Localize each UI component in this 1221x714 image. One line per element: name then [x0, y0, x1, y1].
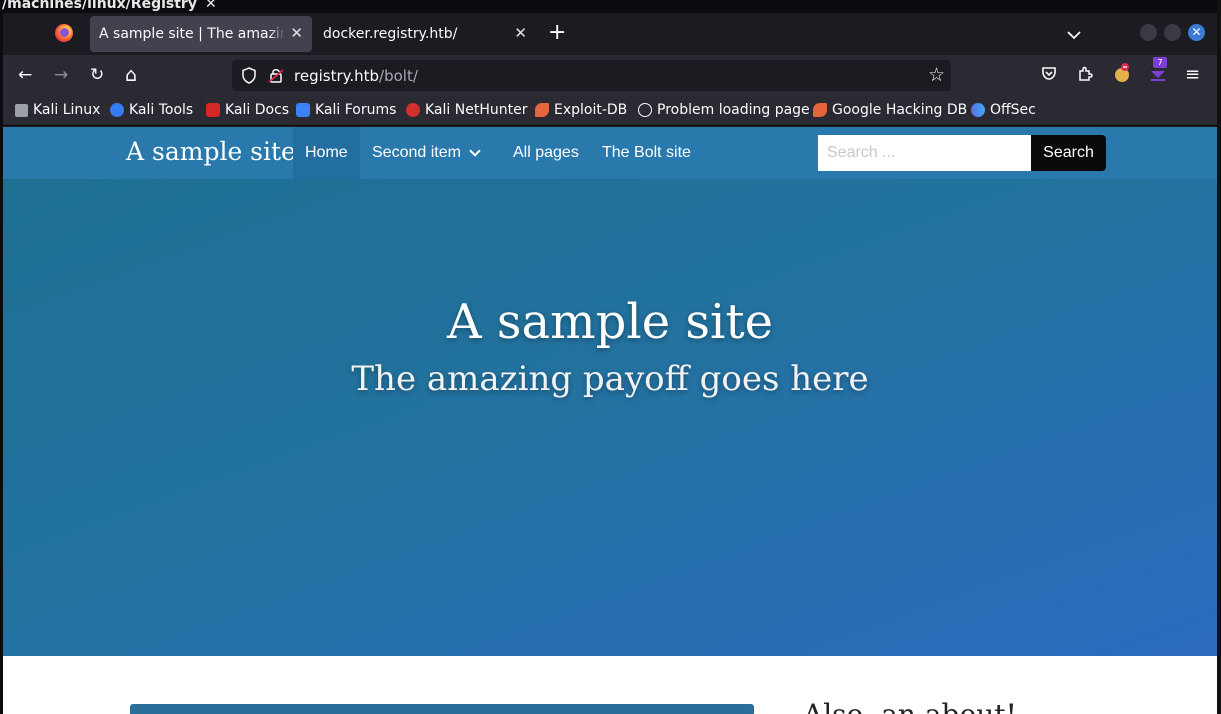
url-bar[interactable]: registry.htb/bolt/ ☆ — [232, 60, 951, 91]
tab-label: docker.registry.htb/ — [323, 26, 458, 42]
addon-cookie-icon[interactable] — [1113, 63, 1131, 87]
bookmark-offsec[interactable]: OffSec — [971, 102, 1036, 118]
bookmark-exploit-db[interactable]: Exploit-DB — [535, 102, 627, 118]
firefox-icon[interactable] — [55, 24, 73, 42]
kali-docs-icon — [206, 103, 220, 117]
hero-subtitle: The amazing payoff goes here — [351, 359, 869, 399]
bookmark-kali-docs[interactable]: Kali Docs — [206, 102, 289, 118]
extensions-icon[interactable] — [1077, 66, 1093, 86]
tab-docker-registry[interactable]: docker.registry.htb/ ✕ — [314, 16, 536, 52]
bookmark-kali-tools[interactable]: Kali Tools — [110, 102, 193, 118]
home-icon[interactable]: ⌂ — [125, 65, 137, 85]
nav-all-pages-link[interactable]: All pages — [501, 127, 591, 179]
content-card-header — [130, 704, 754, 714]
bookmark-kali-nethunter[interactable]: Kali NetHunter — [406, 102, 527, 118]
maximize-button[interactable] — [1164, 24, 1181, 41]
os-close-icon[interactable]: ✕ — [205, 0, 217, 12]
chevron-down-icon — [1067, 31, 1081, 40]
nethunter-icon — [406, 103, 420, 117]
url-text: registry.htb/bolt/ — [294, 67, 418, 85]
tab-sample-site[interactable]: A sample site | The amazing payoff goes … — [90, 16, 312, 52]
addon-download-icon[interactable] — [1149, 65, 1167, 87]
offsec-icon — [971, 103, 985, 117]
exploit-db-icon — [535, 103, 549, 117]
pocket-icon[interactable] — [1041, 66, 1057, 85]
ghdb-icon — [813, 103, 827, 117]
tab-close-icon[interactable]: ✕ — [290, 24, 303, 42]
nav-second-item-dropdown[interactable]: Second item — [360, 127, 491, 179]
shield-icon[interactable] — [241, 67, 257, 84]
forward-icon[interactable]: → — [54, 65, 68, 85]
site-search-input[interactable] — [818, 135, 1031, 171]
site-search-button[interactable]: Search — [1031, 135, 1106, 171]
app-menu-icon[interactable]: ≡ — [1185, 65, 1200, 85]
web-page: A sample site Home Second item All pages… — [3, 127, 1217, 714]
bookmark-problem-loading[interactable]: Problem loading page — [638, 102, 810, 118]
bookmark-google-hacking-db[interactable]: Google Hacking DB — [813, 102, 967, 118]
bookmark-kali-linux[interactable]: Kali Linux — [15, 102, 100, 118]
chevron-down-icon — [469, 145, 481, 157]
bookmark-kali-forums[interactable]: Kali Forums — [296, 102, 396, 118]
globe-icon — [638, 103, 652, 117]
addon-badge: 7 — [1153, 57, 1167, 68]
bookmarks-toolbar: Kali Linux Kali Tools Kali Docs Kali For… — [3, 96, 1217, 126]
os-window-title: /machines/linux/Registry ✕ — [2, 0, 217, 12]
aside-title: Also, an about! — [803, 698, 1017, 714]
bookmark-star-icon[interactable]: ☆ — [928, 64, 945, 86]
insecure-lock-icon[interactable] — [268, 67, 284, 84]
site-navbar: A sample site Home Second item All pages… — [3, 127, 1217, 179]
nav-home-link[interactable]: Home — [293, 127, 360, 179]
hero-section: A sample site The amazing payoff goes he… — [3, 179, 1217, 656]
window-close-button[interactable]: ✕ — [1188, 24, 1205, 41]
minimize-button[interactable] — [1140, 24, 1157, 41]
new-tab-button[interactable]: + — [548, 22, 566, 44]
kali-tools-icon — [110, 103, 124, 117]
window-right-edge — [1217, 0, 1221, 714]
kali-dragon-icon — [15, 103, 28, 117]
kali-forums-icon — [296, 103, 310, 117]
reload-icon[interactable]: ↻ — [90, 65, 104, 85]
back-icon[interactable]: ← — [18, 65, 32, 85]
tab-close-icon[interactable]: ✕ — [514, 24, 527, 42]
tab-bar: A sample site | The amazing payoff goes … — [3, 13, 1217, 55]
tab-label: A sample site | The amazing payoff goes … — [99, 26, 285, 42]
site-brand-link[interactable]: A sample site — [126, 137, 296, 166]
navigation-toolbar: ← → ↻ ⌂ registry.htb/bolt/ ☆ 7 ≡ — [3, 55, 1217, 96]
os-window-strip: /machines/linux/Registry ✕ — [0, 0, 1221, 13]
nav-bolt-site-link[interactable]: The Bolt site — [590, 127, 703, 179]
hero-title: A sample site — [446, 294, 774, 350]
list-tabs-button[interactable] — [1067, 25, 1081, 44]
